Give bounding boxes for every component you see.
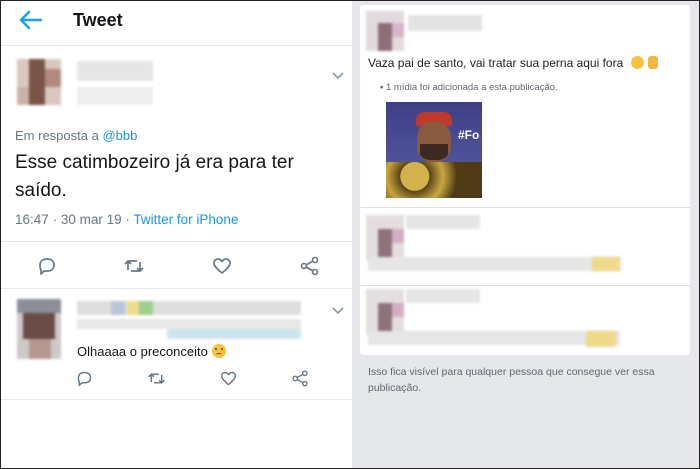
rolling-eyes-emoji-icon xyxy=(630,56,644,69)
share-icon[interactable] xyxy=(299,255,321,277)
retweet-icon[interactable] xyxy=(147,369,166,388)
comment-avatar[interactable] xyxy=(366,215,404,261)
comment-avatar[interactable] xyxy=(366,289,404,335)
reply-prefix: Em resposta a xyxy=(15,128,99,143)
visibility-note: Isso fica visível para qualquer pessoa q… xyxy=(368,364,688,396)
reply-icon[interactable] xyxy=(75,369,94,388)
chevron-down-icon[interactable] xyxy=(331,71,345,81)
sad-face-emoji-icon xyxy=(211,344,226,358)
comment-text-redacted xyxy=(586,331,616,347)
author-name-redacted[interactable] xyxy=(77,61,153,81)
comment-text-redacted xyxy=(592,257,620,271)
author-handle-redacted[interactable] xyxy=(77,87,153,105)
reply-author-redacted[interactable] xyxy=(77,301,301,315)
comment-divider xyxy=(360,207,690,208)
comment-author-redacted[interactable] xyxy=(406,215,480,229)
reply-handle-link[interactable]: @bbb xyxy=(102,128,137,143)
like-icon[interactable] xyxy=(219,369,238,388)
twitter-panel: Tweet Em resposta a @bbb Esse catimbozei… xyxy=(1,1,352,468)
tweet-source-link[interactable]: Twitter for iPhone xyxy=(133,212,238,227)
top-bar: Tweet xyxy=(1,1,352,46)
comment-text-redacted xyxy=(368,331,620,345)
reply-text: Olhaaaa o preconceito xyxy=(77,344,208,359)
retweet-icon[interactable] xyxy=(123,255,145,277)
divider xyxy=(1,288,352,289)
comment-divider xyxy=(360,285,690,286)
tweet-time: 16:47 xyxy=(15,212,49,227)
media-added-note: ▪ 1 mídia foi adicionada a esta publicaç… xyxy=(380,82,558,93)
post-author-redacted[interactable] xyxy=(408,15,482,31)
meta-separator: · xyxy=(125,212,130,227)
reply-context-redacted xyxy=(77,319,301,339)
visibility-note-line1: Isso fica visível para qualquer pessoa q… xyxy=(368,366,655,378)
reply-avatar[interactable] xyxy=(17,299,61,359)
back-arrow-icon[interactable] xyxy=(17,9,43,31)
screenshot-frame: Tweet Em resposta a @bbb Esse catimbozei… xyxy=(0,0,700,469)
tweet-meta: 16:47 · 30 mar 19 · Twitter for iPhone xyxy=(15,212,238,227)
post-card: Vaza pai de santo, vai tratar sua perna … xyxy=(360,5,690,355)
tweet-actions xyxy=(1,255,352,279)
tweet-text-line1: Esse catimbozeiro já era para ter xyxy=(15,152,294,173)
thumbs-up-emoji-icon xyxy=(647,56,658,69)
comment-text-redacted xyxy=(368,257,620,271)
page-title: Tweet xyxy=(73,10,123,30)
visibility-note-line2: publicação. xyxy=(368,382,422,394)
tweet-text-line2: saído. xyxy=(15,180,67,201)
comment-author-redacted[interactable] xyxy=(406,289,480,303)
reply-icon[interactable] xyxy=(36,255,58,277)
meta-separator: · xyxy=(52,212,58,227)
meme-caption: #Fo xyxy=(458,128,480,142)
facebook-panel: Vaza pai de santo, vai tratar sua perna … xyxy=(352,1,699,468)
divider xyxy=(1,241,352,242)
tweet-text: Esse catimbozeiro já era para ter saído. xyxy=(15,149,345,205)
post-text-content: Vaza pai de santo, vai tratar sua perna … xyxy=(368,56,624,70)
share-icon[interactable] xyxy=(291,369,310,388)
reply-context: Em resposta a @bbb xyxy=(15,128,137,143)
post-text: Vaza pai de santo, vai tratar sua perna … xyxy=(368,56,658,70)
reply-tweet-text: Olhaaaa o preconceito xyxy=(77,344,226,359)
meme-image[interactable]: #Fo xyxy=(386,102,482,198)
post-author-avatar[interactable] xyxy=(366,11,404,51)
chevron-down-icon[interactable] xyxy=(331,306,345,316)
tweet-date: 30 mar 19 xyxy=(60,212,122,227)
like-icon[interactable] xyxy=(211,255,233,277)
avatar[interactable] xyxy=(17,59,61,105)
divider xyxy=(1,399,352,400)
reply-actions xyxy=(1,369,352,393)
